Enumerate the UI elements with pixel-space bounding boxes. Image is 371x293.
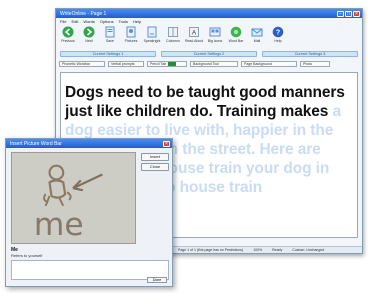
phonetic-wordbar-option[interactable]: Phonetic Wordbar [59,60,105,67]
speak-document-icon [147,26,157,38]
menu-options[interactable]: Options [100,19,114,24]
done-button[interactable]: Done [147,277,167,283]
window-title: WriteOnline - Page 1 [60,10,107,17]
window-controls: – □ × [337,10,360,17]
mail-button[interactable]: Mail [248,26,266,48]
columns-button[interactable]: Columns [164,26,182,48]
picture-dialog: Insert Picture Word Bar × me Insert Clos… [5,138,173,287]
verbal-prompts-option[interactable]: Verbal prompts [108,60,144,67]
pencil-tab-option[interactable]: Pencil Tab [147,60,187,67]
pictures-label: Pictures [124,39,138,43]
columns-label: Columns [166,39,180,43]
help-button[interactable]: ? Help [269,26,287,48]
status-zoom: 100% [253,248,263,252]
dialog-close-icon[interactable]: × [163,140,170,147]
menu-help[interactable]: Help [133,19,141,24]
close-icon[interactable]: × [353,10,360,17]
word-bar-button[interactable]: Word Bar [227,26,245,48]
page-background-label: Page Background [244,61,272,66]
dialog-title-bar[interactable]: Insert Picture Word Bar × [6,139,172,148]
menu-words[interactable]: Words [83,19,94,24]
save-document-icon [105,26,115,38]
speakright-label: Speakright [143,39,161,43]
settings-row: Current Settings 1 Current Settings 2 Cu… [56,50,362,58]
columns-icon [168,27,178,37]
menu-file[interactable]: File [60,19,66,24]
dialog-title: Insert Picture Word Bar [10,140,62,147]
status-page-info: Page 1 of 1 (this page has no Prediction… [178,248,244,252]
mail-label: Mail [253,39,261,43]
menu-bar: File Edit Words Options Tools Help [56,18,362,25]
picture-word-text: me [34,207,84,243]
photo-label: Photo [303,61,313,66]
mail-icon [251,28,263,37]
me-symbol-picture: me [12,153,135,243]
read-aloud-button[interactable]: A Read Aloud [185,26,203,48]
minimize-icon[interactable]: – [337,10,344,17]
toolbar: Previous Next Save Pictures Speakright C… [56,25,362,49]
pencil-tab-label: Pencil Tab [150,61,167,66]
pictures-icon [126,26,136,38]
big-icons-button[interactable]: Big Icons [206,26,224,48]
svg-text:?: ? [276,30,280,37]
phonetic-wordbar-label: Phonetic Wordbar [62,61,90,66]
help-label: Help [274,39,282,43]
read-aloud-icon: A [189,27,199,37]
dialog-preview-field[interactable] [11,260,169,280]
color-swatch[interactable] [168,61,177,66]
help-globe-icon: ? [272,26,284,38]
menu-tools[interactable]: Tools [119,19,128,24]
green-right-arrow-icon [83,26,95,38]
background-tool-label: Background Tool [193,61,220,66]
next-label: Next [85,39,93,43]
document-text-typed: Dogs need to be taught good manners just… [65,84,345,120]
page-background-option[interactable]: Page Background [241,60,297,67]
photo-option[interactable]: Photo [300,60,330,67]
save-button[interactable]: Save [101,26,119,48]
settings-button-2[interactable]: Current Settings 2 [161,51,257,57]
verbal-prompts-label: Verbal prompts [111,61,135,66]
word-bar-label: Word Bar [228,39,244,43]
big-icons-label: Big Icons [207,39,223,43]
previous-label: Previous [61,39,75,43]
main-title-bar[interactable]: WriteOnline - Page 1 – □ × [56,9,362,18]
insert-button[interactable]: Insert [141,153,169,161]
speakright-button[interactable]: Speakright [143,26,161,48]
word-description: Refers to yourself [11,253,43,258]
status-custom: Custom: Unchanged [292,248,325,252]
background-tool-option[interactable]: Background Tool [190,60,238,67]
pictures-button[interactable]: Pictures [122,26,140,48]
previous-button[interactable]: Previous [59,26,77,48]
svg-text:A: A [192,31,196,37]
menu-edit[interactable]: Edit [71,19,78,24]
settings-button-1[interactable]: Current Settings 1 [60,51,156,57]
word-picture: me [11,152,136,244]
maximize-icon[interactable]: □ [345,10,352,17]
next-button[interactable]: Next [80,26,98,48]
options-row: Phonetic Wordbar Verbal prompts Pencil T… [56,59,362,68]
save-label: Save [106,39,114,43]
status-state: Ready [272,248,283,252]
big-icons-icon [209,27,221,37]
close-button[interactable]: Close [141,163,169,171]
settings-button-3[interactable]: Current Settings 3 [262,51,358,57]
green-left-arrow-icon [62,26,74,38]
green-circle-icon [230,26,242,38]
read-aloud-label: Read Aloud [184,39,204,43]
